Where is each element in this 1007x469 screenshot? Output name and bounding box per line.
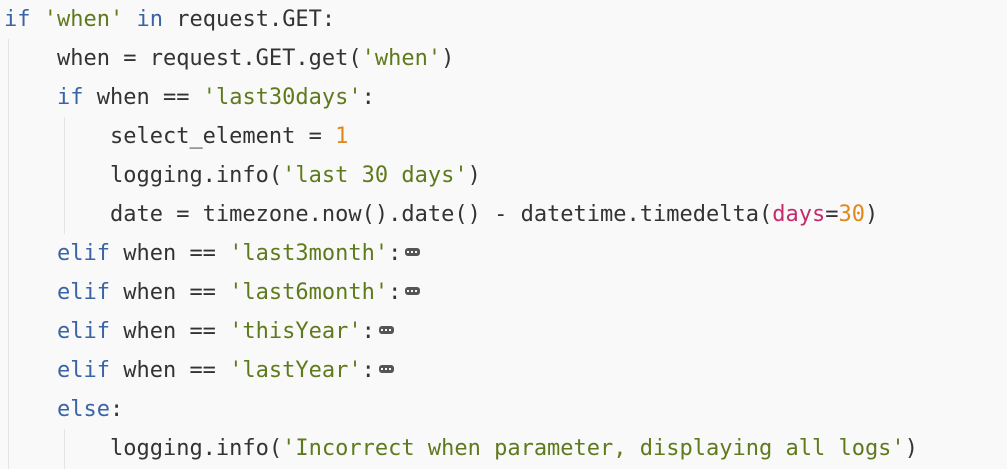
code-token: date = timezone.now().date() - datetime.…: [109, 202, 773, 227]
string-token: 'when': [361, 46, 442, 71]
code-token: :: [361, 358, 375, 383]
string-token: 'last6month': [229, 280, 389, 305]
code-token: when = request.GET.get(: [56, 46, 362, 71]
code-line[interactable]: if 'when' in request.GET:: [4, 0, 335, 39]
code-token: ): [467, 163, 481, 188]
string-token: 'last30days': [202, 85, 362, 110]
code-line[interactable]: logging.info('last 30 days'): [4, 156, 481, 195]
parameter-token: days: [772, 202, 826, 227]
code-token: ): [904, 436, 918, 461]
code-line[interactable]: elif when == 'lastYear':: [4, 351, 394, 390]
code-line[interactable]: logging.info('Incorrect when parameter, …: [4, 429, 918, 468]
fold-ellipsis-icon[interactable]: [405, 248, 421, 256]
code-token: :: [361, 85, 375, 110]
code-token: :: [388, 280, 402, 305]
code-line[interactable]: elif when == 'last3month':: [4, 234, 421, 273]
code-line[interactable]: if when == 'last30days':: [4, 78, 375, 117]
string-token: 'last3month': [229, 241, 389, 266]
number-token: 1: [335, 124, 349, 149]
code-token: ): [864, 202, 879, 227]
code-token: :: [109, 397, 124, 422]
keyword-token: elif: [56, 241, 110, 266]
code-token: :: [388, 241, 402, 266]
code-line[interactable]: elif when == 'thisYear':: [4, 312, 394, 351]
string-token: 'last 30 days': [282, 163, 468, 188]
code-token: when ==: [109, 241, 230, 266]
code-line[interactable]: date = timezone.now().date() - datetime.…: [4, 195, 878, 234]
code-token: when ==: [83, 85, 203, 110]
fold-ellipsis-icon[interactable]: [378, 365, 394, 373]
code-token: when ==: [109, 280, 230, 305]
code-line[interactable]: select_element = 1: [4, 117, 348, 156]
keyword-token: if: [56, 85, 84, 110]
code-line[interactable]: else:: [4, 390, 123, 429]
code-token: request.GET:: [162, 7, 336, 32]
string-token: 'thisYear': [229, 319, 362, 344]
string-token: 'when': [43, 7, 124, 32]
code-token: logging.info(: [109, 163, 283, 188]
code-token: ): [441, 46, 455, 71]
fold-ellipsis-icon[interactable]: [405, 287, 421, 295]
code-token: when ==: [109, 358, 230, 383]
string-token: 'Incorrect when parameter, displaying al…: [282, 436, 905, 461]
code-token: =: [825, 202, 839, 227]
code-token: logging.info(: [109, 436, 283, 461]
number-token: 30: [838, 202, 865, 227]
keyword-token: elif: [56, 319, 110, 344]
code-token: :: [361, 319, 375, 344]
keyword-token: in: [136, 7, 163, 32]
keyword-token: else: [56, 397, 110, 422]
code-token: when ==: [109, 319, 230, 344]
code-token: select_element =: [109, 124, 336, 149]
keyword-token: elif: [56, 358, 110, 383]
code-line[interactable]: when = request.GET.get('when'): [4, 39, 454, 78]
string-token: 'lastYear': [229, 358, 362, 383]
code-line[interactable]: elif when == 'last6month':: [4, 273, 421, 312]
code-editor[interactable]: if 'when' in request.GET: when = request…: [0, 0, 1007, 469]
keyword-token: if: [4, 7, 31, 32]
fold-ellipsis-icon[interactable]: [378, 326, 394, 334]
keyword-token: elif: [56, 280, 110, 305]
